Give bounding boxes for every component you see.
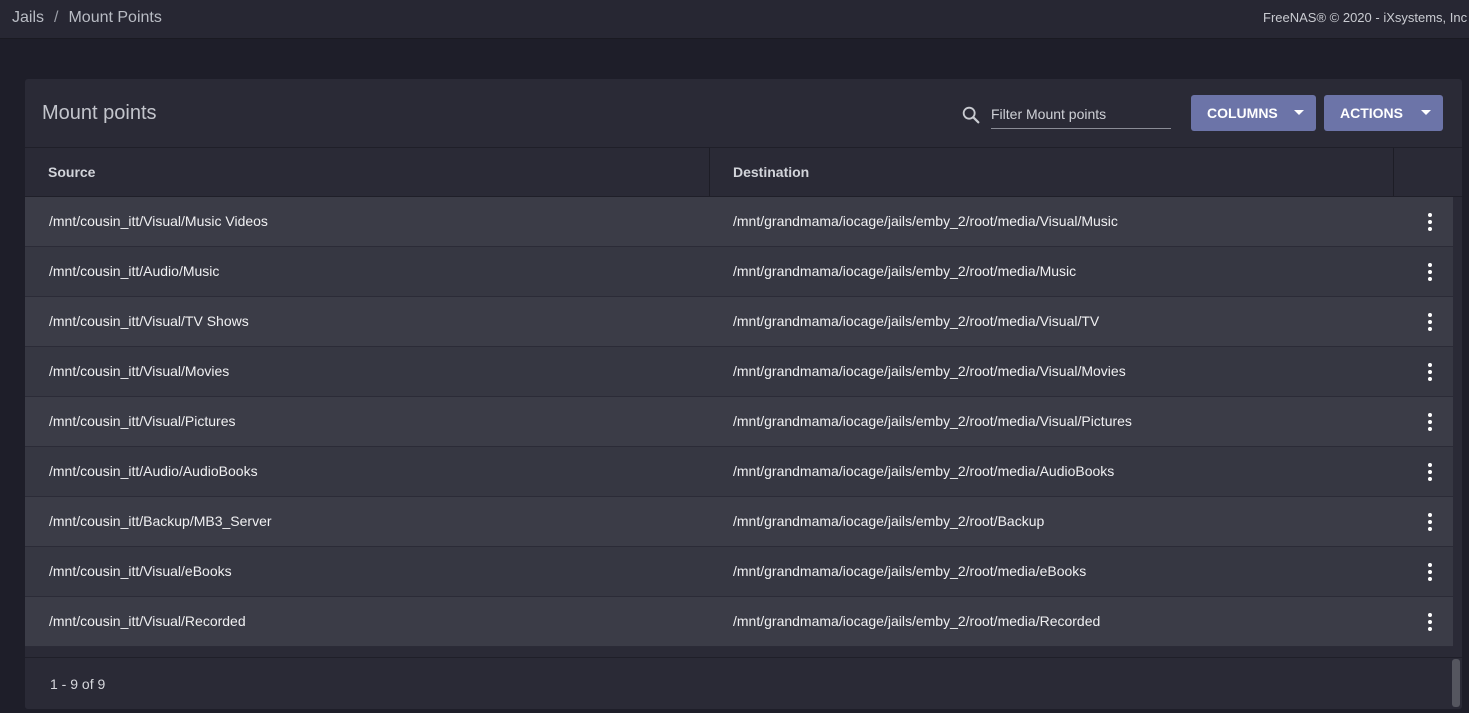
pagination-range: 1 - 9 of 9 <box>50 676 106 692</box>
breadcrumb: Jails / Mount Points <box>12 9 162 27</box>
more-vert-icon[interactable] <box>1424 462 1436 482</box>
more-vert-icon[interactable] <box>1424 312 1436 332</box>
more-vert-icon[interactable] <box>1424 362 1436 382</box>
destination-cell: /mnt/grandmama/iocage/jails/emby_2/root/… <box>733 513 1045 529</box>
table-row: /mnt/cousin_itt/Visual/TV Shows /mnt/gra… <box>25 297 1453 347</box>
source-cell: /mnt/cousin_itt/Visual/Movies <box>49 363 230 379</box>
source-cell: /mnt/cousin_itt/Audio/Music <box>49 263 220 279</box>
column-divider[interactable] <box>709 148 710 196</box>
table-row: /mnt/cousin_itt/Visual/Pictures /mnt/gra… <box>25 397 1453 447</box>
destination-cell: /mnt/grandmama/iocage/jails/emby_2/root/… <box>733 563 1087 579</box>
table-row: /mnt/cousin_itt/Backup/MB3_Server /mnt/g… <box>25 497 1453 547</box>
table-row: /mnt/cousin_itt/Visual/Music Videos /mnt… <box>25 197 1453 247</box>
destination-cell: /mnt/grandmama/iocage/jails/emby_2/root/… <box>733 263 1077 279</box>
column-header-source[interactable]: Source <box>48 148 95 196</box>
actions-button[interactable]: ACTIONS <box>1324 95 1443 131</box>
more-vert-icon[interactable] <box>1424 512 1436 532</box>
caret-down-icon <box>1421 110 1431 115</box>
more-vert-icon[interactable] <box>1424 412 1436 432</box>
table-row: /mnt/cousin_itt/Visual/Recorded /mnt/gra… <box>25 597 1453 647</box>
destination-cell: /mnt/grandmama/iocage/jails/emby_2/root/… <box>733 213 1118 229</box>
source-cell: /mnt/cousin_itt/Visual/Music Videos <box>49 213 268 229</box>
columns-button-label: COLUMNS <box>1207 105 1278 121</box>
breadcrumb-jails[interactable]: Jails <box>12 9 44 26</box>
caret-down-icon <box>1294 110 1304 115</box>
destination-cell: /mnt/grandmama/iocage/jails/emby_2/root/… <box>733 613 1101 629</box>
source-cell: /mnt/cousin_itt/Visual/TV Shows <box>49 313 249 329</box>
scrollbar-thumb[interactable] <box>1452 659 1460 707</box>
more-vert-icon[interactable] <box>1424 562 1436 582</box>
copyright-text: FreeNAS® © 2020 - iXsystems, Inc <box>1263 10 1468 25</box>
table-row: /mnt/cousin_itt/Visual/eBooks /mnt/grand… <box>25 547 1453 597</box>
destination-cell: /mnt/grandmama/iocage/jails/emby_2/root/… <box>733 363 1126 379</box>
table-row: /mnt/cousin_itt/Audio/Music /mnt/grandma… <box>25 247 1453 297</box>
more-vert-icon[interactable] <box>1424 212 1436 232</box>
more-vert-icon[interactable] <box>1424 612 1436 632</box>
source-cell: /mnt/cousin_itt/Visual/Pictures <box>49 413 236 429</box>
more-vert-icon[interactable] <box>1424 262 1436 282</box>
mount-points-card: Mount points COLUMNS ACTIONS Source Dest… <box>25 79 1462 709</box>
filter-input[interactable] <box>991 101 1171 129</box>
source-cell: /mnt/cousin_itt/Backup/MB3_Server <box>49 513 272 529</box>
actions-button-label: ACTIONS <box>1340 105 1403 121</box>
card-title: Mount points <box>42 102 157 124</box>
table-row: /mnt/cousin_itt/Visual/Movies /mnt/grand… <box>25 347 1453 397</box>
table-row: /mnt/cousin_itt/Audio/AudioBooks /mnt/gr… <box>25 447 1453 497</box>
column-divider[interactable] <box>1393 148 1394 196</box>
destination-cell: /mnt/grandmama/iocage/jails/emby_2/root/… <box>733 313 1100 329</box>
column-header-destination[interactable]: Destination <box>733 148 809 196</box>
destination-cell: /mnt/grandmama/iocage/jails/emby_2/root/… <box>733 413 1132 429</box>
source-cell: /mnt/cousin_itt/Visual/Recorded <box>49 613 246 629</box>
breadcrumb-mount-points: Mount Points <box>68 9 162 26</box>
columns-button[interactable]: COLUMNS <box>1191 95 1316 131</box>
destination-cell: /mnt/grandmama/iocage/jails/emby_2/root/… <box>733 463 1115 479</box>
source-cell: /mnt/cousin_itt/Visual/eBooks <box>49 563 232 579</box>
table-body: /mnt/cousin_itt/Visual/Music Videos /mnt… <box>25 197 1453 647</box>
source-cell: /mnt/cousin_itt/Audio/AudioBooks <box>49 463 258 479</box>
breadcrumb-separator: / <box>54 9 59 26</box>
search-icon <box>962 106 980 124</box>
table-footer: 1 - 9 of 9 <box>25 657 1462 709</box>
table-header: Source Destination <box>25 147 1462 197</box>
top-bar: Jails / Mount Points FreeNAS® © 2020 - iXs… <box>0 0 1469 39</box>
